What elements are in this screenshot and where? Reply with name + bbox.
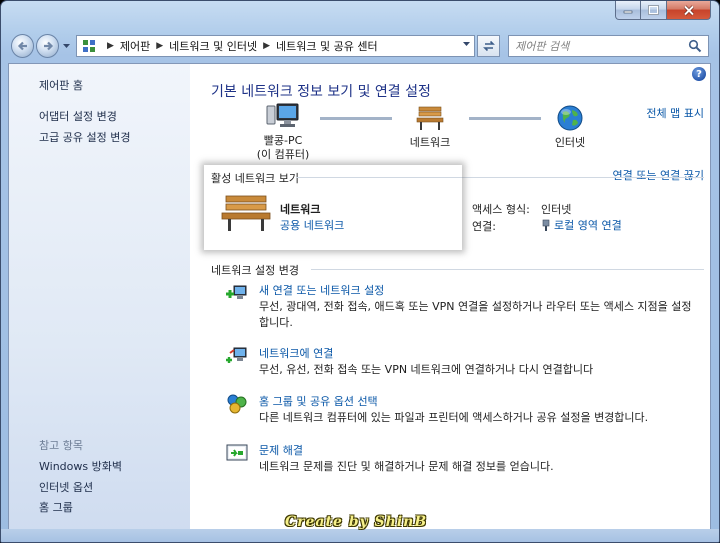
sidebar-item-adapter-settings[interactable]: 어댑터 설정 변경 [39, 108, 117, 124]
computer-sub-label: (이 컴퓨터) [256, 148, 310, 161]
task-new-connection-link[interactable]: 새 연결 또는 네트워크 설정 [259, 282, 384, 298]
local-area-connection-link[interactable]: 로컬 영역 연결 [541, 217, 622, 233]
homegroup-icon [227, 394, 247, 414]
task-connect-network-desc: 무선, 유선, 전화 접속 또는 VPN 네트워크에 연결하거나 다시 연결합니… [259, 363, 594, 376]
address-bar[interactable]: ▶ 제어판 ▶ 네트워크 및 인터넷 ▶ 네트워크 및 공유 센터 [75, 35, 475, 57]
breadcrumb-separator-icon: ▶ [156, 41, 164, 51]
full-map-link[interactable]: 전체 맵 표시 [646, 105, 704, 121]
back-arrow-icon [17, 41, 27, 51]
main-panel: ? 기본 네트워크 정보 보기 및 연결 설정 전체 맵 표시 빨콩-PC (이… [190, 64, 710, 530]
active-network-card: 활성 네트워크 보기 네트워크 공용 네트워크 [204, 165, 462, 250]
section-divider [311, 269, 704, 270]
troubleshoot-icon [226, 444, 248, 461]
connection-value: 로컬 영역 연결 [554, 219, 622, 232]
globe-icon [557, 105, 583, 131]
bench-icon [221, 195, 271, 231]
search-icon[interactable] [688, 39, 702, 53]
task-connect-network-link[interactable]: 네트워크에 연결 [259, 345, 333, 361]
recent-pages-button[interactable] [60, 43, 72, 49]
task-troubleshoot-desc: 네트워크 문제를 진단 및 해결하거나 문제 해결 정보를 얻습니다. [259, 460, 554, 473]
see-also-windows-firewall[interactable]: Windows 방화벽 [39, 458, 122, 474]
computer-name: 빨콩-PC [263, 134, 303, 147]
map-node-computer[interactable]: 빨콩-PC (이 컴퓨터) [248, 102, 318, 162]
connection-label: 연결: [472, 220, 496, 233]
see-also-internet-options[interactable]: 인터넷 옵션 [39, 479, 93, 495]
change-settings-heading: 네트워크 설정 변경 [211, 264, 299, 277]
section-divider [462, 177, 704, 178]
access-type-value: 인터넷 [541, 203, 572, 216]
address-dropdown-icon[interactable] [462, 42, 470, 47]
computer-icon [266, 103, 299, 127]
navigation-bar: ▶ 제어판 ▶ 네트워크 및 인터넷 ▶ 네트워크 및 공유 센터 [11, 32, 709, 60]
see-also-homegroup[interactable]: 홈 그룹 [39, 499, 73, 515]
breadcrumb-control-panel[interactable]: 제어판 [120, 38, 150, 54]
connect-network-icon [226, 347, 247, 363]
forward-arrow-icon [43, 41, 53, 51]
network-type-link[interactable]: 공용 네트워크 [280, 217, 344, 233]
help-button[interactable]: ? [692, 67, 706, 81]
sidebar: 제어판 홈 어댑터 설정 변경 고급 공유 설정 변경 참고 항목 Window… [9, 64, 190, 530]
task-homegroup-link[interactable]: 홈 그룹 및 공유 옵션 선택 [259, 393, 378, 409]
active-network-name: 네트워크 [280, 203, 321, 216]
task-new-connection-desc: 무선, 광대역, 전화 접속, 애드혹 또는 VPN 연결을 설정하거나 라우터… [259, 300, 692, 329]
minimize-button[interactable] [615, 1, 641, 20]
search-input[interactable] [515, 39, 688, 53]
close-button[interactable] [667, 1, 711, 20]
caption-buttons [615, 1, 711, 20]
close-icon [683, 4, 694, 16]
refresh-icon [482, 40, 495, 52]
internet-node-label: 인터넷 [554, 136, 586, 149]
sidebar-control-panel-home[interactable]: 제어판 홈 [39, 77, 83, 93]
connect-disconnect-link[interactable]: 연결 또는 연결 끊기 [613, 167, 704, 183]
active-network-heading: 활성 네트워크 보기 [211, 172, 299, 185]
control-panel-icon [82, 40, 95, 52]
refresh-button[interactable] [476, 35, 501, 57]
task-troubleshoot-link[interactable]: 문제 해결 [259, 442, 303, 458]
section-divider [296, 177, 462, 178]
map-connector [469, 117, 541, 120]
task-homegroup-desc: 다른 네트워크 컴퓨터에 있는 파일과 프린터에 액세스하거나 공유 설정을 변… [259, 411, 649, 424]
sidebar-item-advanced-sharing[interactable]: 고급 공유 설정 변경 [39, 129, 130, 145]
back-button[interactable] [11, 34, 35, 58]
network-sharing-center-window: ▶ 제어판 ▶ 네트워크 및 인터넷 ▶ 네트워크 및 공유 센터 제어판 홈 [0, 0, 720, 543]
bench-icon [416, 106, 444, 130]
breadcrumb: ▶ 제어판 ▶ 네트워크 및 인터넷 ▶ 네트워크 및 공유 센터 [101, 38, 378, 54]
breadcrumb-network-internet[interactable]: 네트워크 및 인터넷 [169, 38, 257, 54]
page-title: 기본 네트워크 정보 보기 및 연결 설정 [211, 84, 431, 100]
map-node-internet[interactable]: 인터넷 [535, 104, 605, 150]
map-node-network[interactable]: 네트워크 [395, 104, 465, 150]
see-also-heading: 참고 항목 [39, 439, 83, 452]
new-connection-icon [226, 285, 247, 299]
breadcrumb-separator-icon: ▶ [106, 41, 114, 51]
window-bottom-border [1, 529, 719, 542]
breadcrumb-network-sharing-center[interactable]: 네트워크 및 공유 센터 [276, 38, 378, 54]
map-connector [320, 117, 392, 120]
access-type-label: 액세스 형식: [472, 203, 530, 216]
minimize-icon [623, 10, 633, 14]
search-box[interactable] [508, 35, 709, 57]
network-node-label: 네트워크 [409, 136, 451, 149]
maximize-icon [648, 5, 659, 15]
help-icon: ? [696, 68, 702, 80]
ethernet-icon [542, 219, 550, 231]
chevron-down-icon [62, 43, 70, 48]
maximize-button[interactable] [641, 1, 667, 20]
forward-button[interactable] [36, 34, 60, 58]
author-watermark: Create by ShinB [285, 514, 428, 530]
content-area: 제어판 홈 어댑터 설정 변경 고급 공유 설정 변경 참고 항목 Window… [8, 63, 711, 531]
breadcrumb-separator-icon: ▶ [263, 41, 271, 51]
